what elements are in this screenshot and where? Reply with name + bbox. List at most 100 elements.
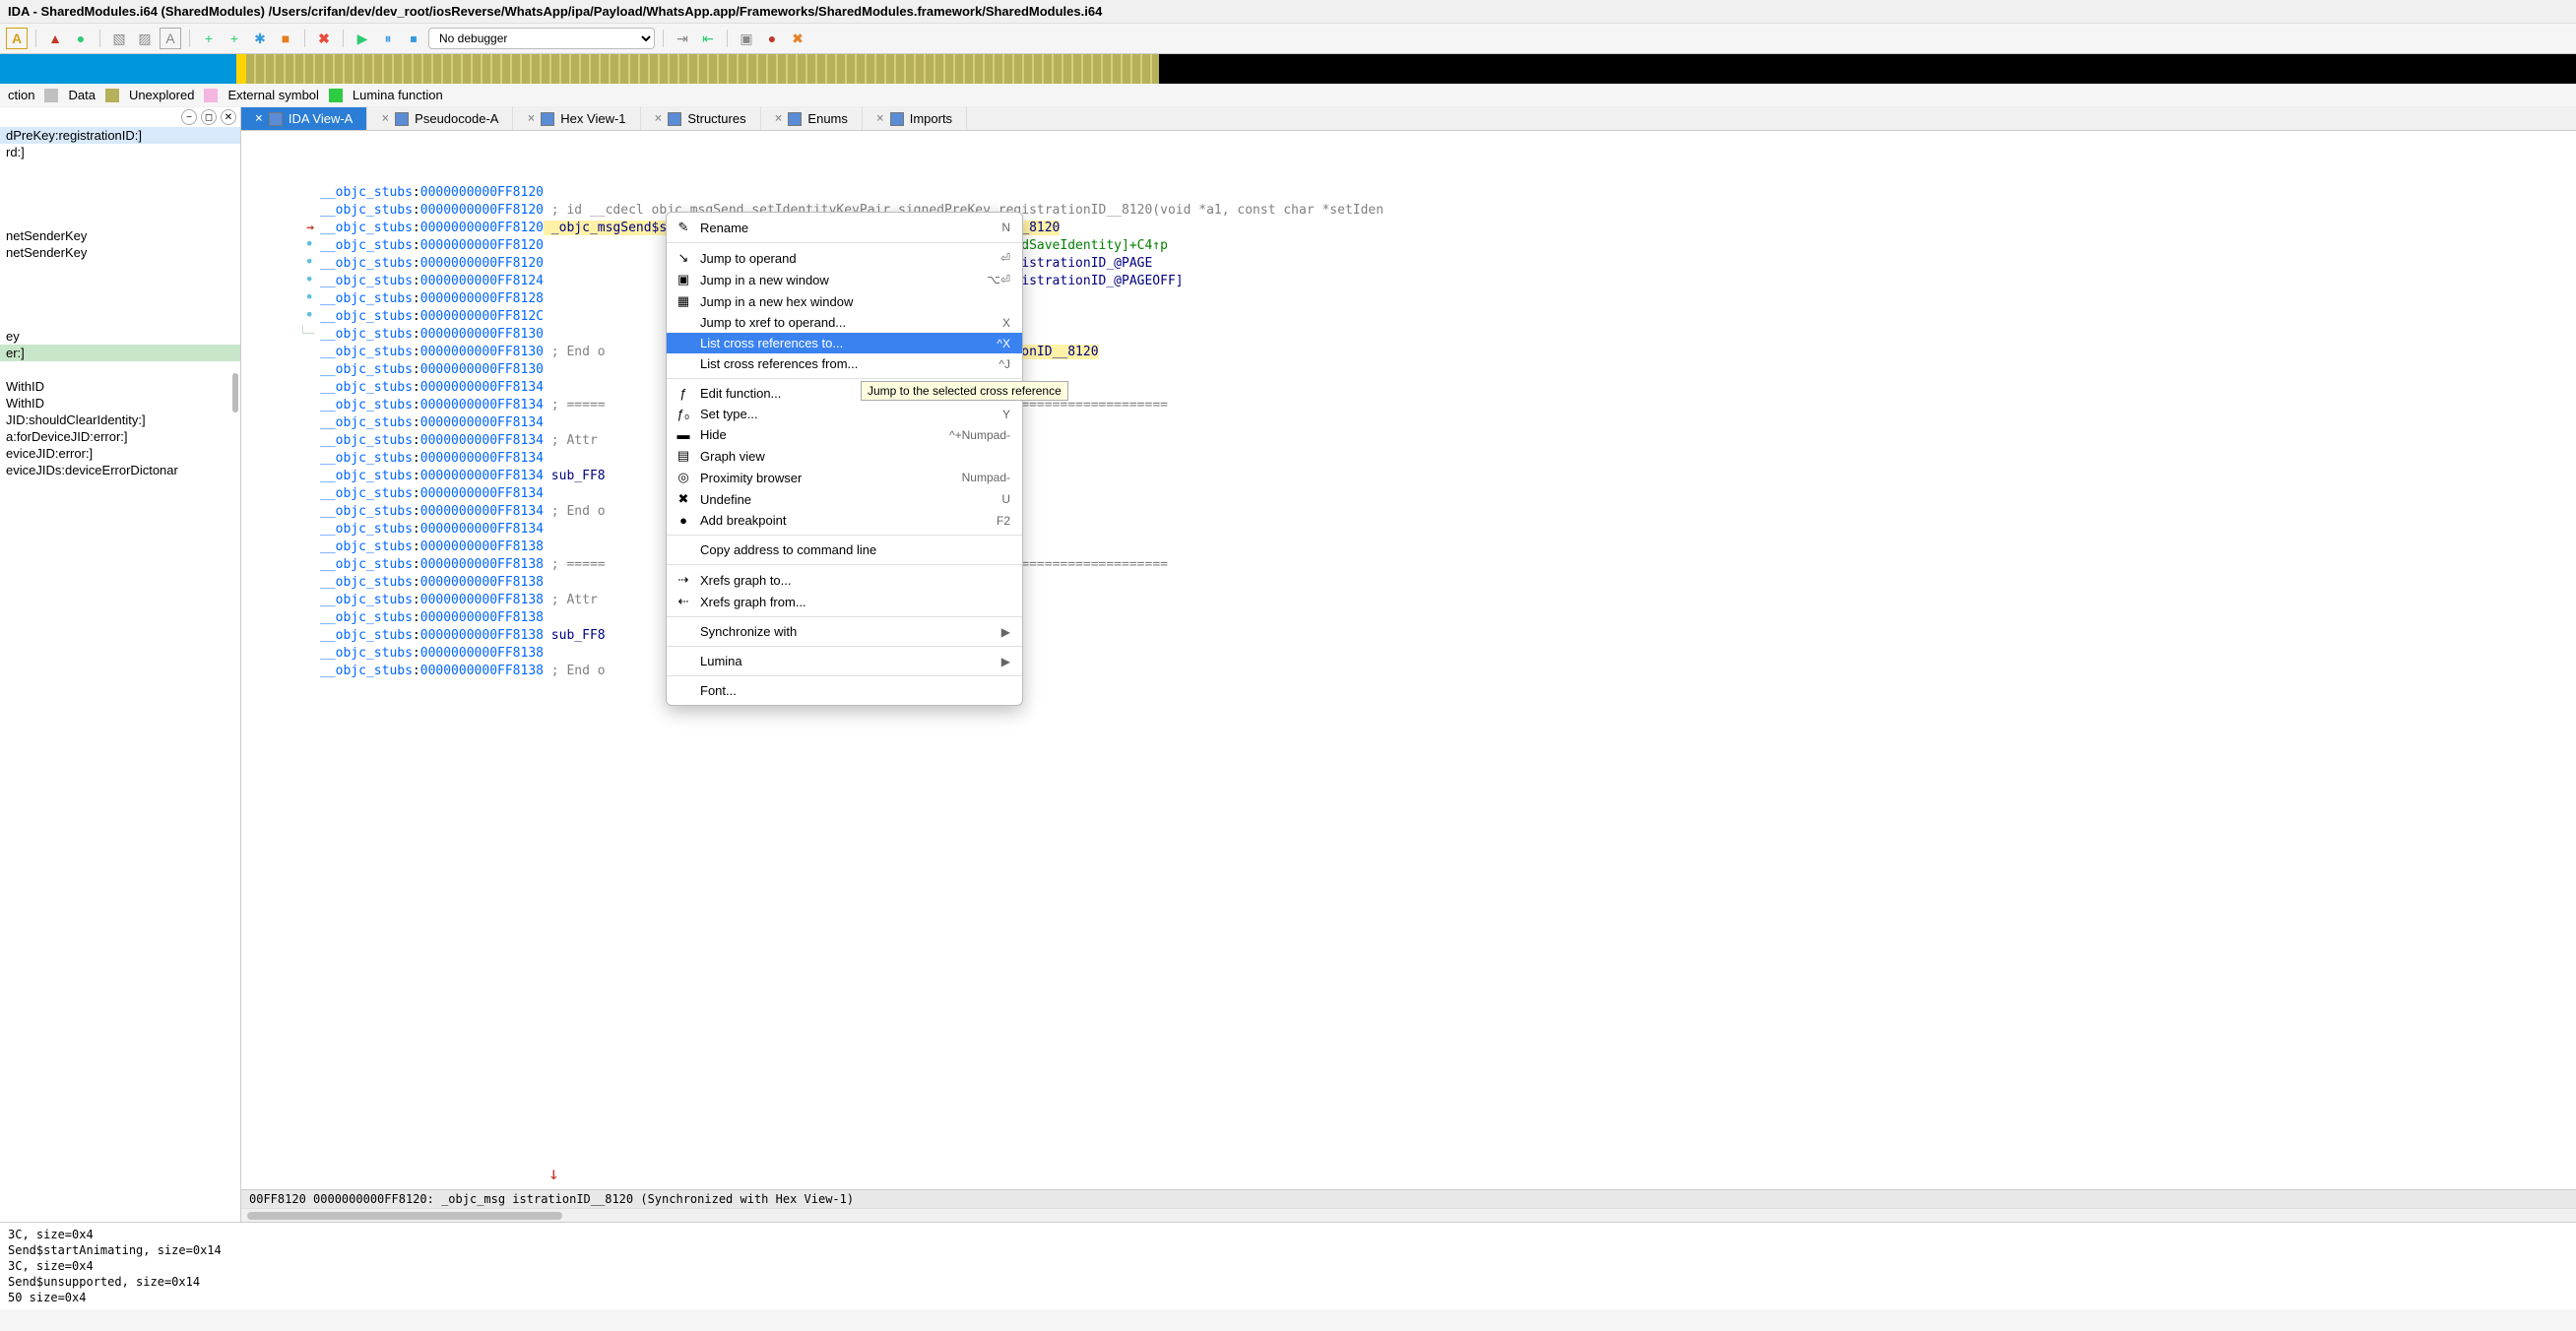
debugger-select[interactable]: No debugger xyxy=(428,28,655,49)
function-list-item[interactable]: eviceJID:error:] xyxy=(0,445,240,462)
toolbar-delete-btn[interactable]: ✖ xyxy=(313,28,335,49)
tab-close-icon[interactable]: × xyxy=(655,111,663,126)
toolbar-btn[interactable]: ✖ xyxy=(787,28,808,49)
toolbar-btn[interactable]: ▧ xyxy=(108,28,130,49)
menu-item-jump-to-operand[interactable]: ↘Jump to operand⏎ xyxy=(667,247,1022,269)
toolbar-btn[interactable]: ▣ xyxy=(736,28,757,49)
function-list-item[interactable]: ey xyxy=(0,328,240,345)
menu-item-font[interactable]: Font... xyxy=(667,680,1022,701)
tab-close-icon[interactable]: × xyxy=(876,111,884,126)
disasm-line[interactable]: __objc_stubs:0000000000FF8138 xyxy=(241,609,2576,627)
menu-item-undefine[interactable]: ✖UndefineU xyxy=(667,488,1022,510)
tab-pseudocode-a[interactable]: ×Pseudocode-A xyxy=(367,107,513,130)
panel-close-icon[interactable]: ✕ xyxy=(221,109,236,125)
menu-item-list-cross-references-from[interactable]: List cross references from...^J xyxy=(667,353,1022,374)
menu-item-hide[interactable]: ▬Hide^+Numpad- xyxy=(667,424,1022,445)
disasm-line[interactable]: __objc_stubs:0000000000FF8138 xyxy=(241,574,2576,592)
disassembly-view[interactable]: ↓ __objc_stubs:0000000000FF8120__objc_st… xyxy=(241,131,2576,1189)
disasm-line[interactable]: __objc_stubs:0000000000FF8134 xyxy=(241,521,2576,539)
toolbar-btn[interactable]: ⇥ xyxy=(672,28,693,49)
disasm-line[interactable]: __objc_stubs:0000000000FF8138 xyxy=(241,539,2576,556)
disasm-line[interactable]: __objc_stubs:0000000000FF8134 ; ===== ==… xyxy=(241,397,2576,414)
tab-ida-view-a[interactable]: ×IDA View-A xyxy=(241,107,367,130)
toolbar-stop-btn[interactable]: ⏹ xyxy=(403,28,424,49)
menu-item-rename[interactable]: ✎RenameN xyxy=(667,217,1022,238)
function-list-item[interactable] xyxy=(0,160,240,177)
disasm-line[interactable]: •__objc_stubs:0000000000FF812C gSend_ptr… xyxy=(241,308,2576,326)
menu-item-set-type[interactable]: ƒ₀Set type...Y xyxy=(667,404,1022,424)
disasm-line[interactable]: •__objc_stubs:0000000000FF8128 _ptr@PAGE xyxy=(241,290,2576,308)
menu-item-lumina[interactable]: Lumina▶ xyxy=(667,651,1022,671)
menu-item-jump-to-xref-to-operand[interactable]: Jump to xref to operand...X xyxy=(667,312,1022,333)
toolbar-breakpoint-btn[interactable]: ● xyxy=(761,28,783,49)
function-list-item[interactable] xyxy=(0,194,240,211)
function-list-item[interactable]: dPreKey:registrationID:] xyxy=(0,127,240,144)
disasm-line[interactable]: →__objc_stubs:0000000000FF8120 _objc_msg… xyxy=(241,220,2576,237)
navigation-band[interactable] xyxy=(0,54,2576,84)
toolbar-run-btn[interactable]: ▶ xyxy=(352,28,373,49)
disasm-line[interactable]: •__objc_stubs:0000000000FF8124 IdentityK… xyxy=(241,273,2576,290)
disasm-line[interactable]: __objc_stubs:0000000000FF8138 ; Attr xyxy=(241,592,2576,609)
menu-item-jump-in-a-new-hex-window[interactable]: ▦Jump in a new hex window xyxy=(667,290,1022,312)
disasm-line[interactable]: __objc_stubs:0000000000FF8138 xyxy=(241,645,2576,663)
function-list-item[interactable]: eviceJIDs:deviceErrorDictonar xyxy=(0,462,240,478)
menu-item-graph-view[interactable]: ▤Graph view xyxy=(667,445,1022,467)
tab-close-icon[interactable]: × xyxy=(775,111,783,126)
tab-close-icon[interactable]: × xyxy=(255,111,263,126)
menu-item-jump-in-a-new-window[interactable]: ▣Jump in a new window⌥⏎ xyxy=(667,269,1022,290)
disasm-line[interactable]: └─__objc_stubs:0000000000FF8130 xyxy=(241,326,2576,344)
toolbar-btn[interactable]: ⇤ xyxy=(697,28,719,49)
toolbar-btn[interactable]: ▨ xyxy=(134,28,156,49)
menu-item-xrefs-graph-to[interactable]: ⇢Xrefs graph to... xyxy=(667,569,1022,591)
function-list-item[interactable]: netSenderKey xyxy=(0,244,240,261)
horizontal-scrollbar[interactable] xyxy=(241,1208,2576,1222)
tab-imports[interactable]: ×Imports xyxy=(863,107,967,130)
function-list-item[interactable]: a:forDeviceJID:error:] xyxy=(0,428,240,445)
toolbar-btn[interactable]: ✱ xyxy=(249,28,271,49)
menu-item-proximity-browser[interactable]: ◎Proximity browserNumpad- xyxy=(667,467,1022,488)
panel-restore-icon[interactable]: ◻ xyxy=(201,109,217,125)
function-list-item[interactable]: WithID xyxy=(0,378,240,395)
tab-hex-view-1[interactable]: ×Hex View-1 xyxy=(513,107,640,130)
disasm-line[interactable]: __objc_stubs:0000000000FF8120 ; id __cde… xyxy=(241,202,2576,220)
disasm-line[interactable]: __objc_stubs:0000000000FF8138 sub_FF8 xyxy=(241,627,2576,645)
disasm-line[interactable]: __objc_stubs:0000000000FF8134 xyxy=(241,379,2576,397)
function-list-item[interactable] xyxy=(0,294,240,311)
function-list-item[interactable]: er:] xyxy=(0,345,240,361)
menu-item-add-breakpoint[interactable]: ●Add breakpointF2 xyxy=(667,510,1022,531)
function-list-item[interactable] xyxy=(0,278,240,294)
toolbar-btn[interactable]: A xyxy=(160,28,181,49)
toolbar-btn[interactable]: ■ xyxy=(275,28,296,49)
tab-structures[interactable]: ×Structures xyxy=(641,107,761,130)
disasm-line[interactable]: •__objc_stubs:0000000000FF8120 : -[WASig… xyxy=(241,237,2576,255)
disasm-line[interactable]: •__objc_stubs:0000000000FF8120 IdentityK… xyxy=(241,255,2576,273)
menu-item-xrefs-graph-from[interactable]: ⇠Xrefs graph from... xyxy=(667,591,1022,612)
function-list-item[interactable] xyxy=(0,311,240,328)
toolbar-btn[interactable]: ▲ xyxy=(44,28,66,49)
scrollbar-thumb[interactable] xyxy=(232,373,238,412)
disasm-line[interactable]: __objc_stubs:0000000000FF8138 ; ===== ==… xyxy=(241,556,2576,574)
function-list-item[interactable] xyxy=(0,261,240,278)
tab-enums[interactable]: ×Enums xyxy=(761,107,863,130)
disasm-line[interactable]: __objc_stubs:0000000000FF8134 sub_FF8 xyxy=(241,468,2576,485)
tab-close-icon[interactable]: × xyxy=(527,111,535,126)
menu-item-copy-address-to-command-line[interactable]: Copy address to command line xyxy=(667,539,1022,560)
function-list-item[interactable]: netSenderKey xyxy=(0,227,240,244)
toolbar-btn[interactable]: + xyxy=(198,28,220,49)
menu-item-synchronize-with[interactable]: Synchronize with▶ xyxy=(667,621,1022,642)
disasm-line[interactable]: __objc_stubs:0000000000FF8134 xyxy=(241,414,2576,432)
tab-close-icon[interactable]: × xyxy=(381,111,389,126)
disasm-line[interactable]: __objc_stubs:0000000000FF8130 ; End o _s… xyxy=(241,344,2576,361)
toolbar-pause-btn[interactable]: ⏸ xyxy=(377,28,399,49)
function-list-item[interactable] xyxy=(0,361,240,378)
disasm-line[interactable]: __objc_stubs:0000000000FF8134 xyxy=(241,450,2576,468)
panel-min-icon[interactable]: − xyxy=(181,109,197,125)
disasm-line[interactable]: __objc_stubs:0000000000FF8134 xyxy=(241,485,2576,503)
disasm-line[interactable]: __objc_stubs:0000000000FF8120 xyxy=(241,184,2576,202)
menu-item-list-cross-references-to[interactable]: List cross references to...^X xyxy=(667,333,1022,353)
toolbar-btn[interactable]: + xyxy=(224,28,245,49)
function-list-item[interactable]: WithID xyxy=(0,395,240,412)
disasm-line[interactable]: __objc_stubs:0000000000FF8130 xyxy=(241,361,2576,379)
disasm-line[interactable]: __objc_stubs:0000000000FF8138 ; End o xyxy=(241,663,2576,680)
toolbar-btn[interactable]: A xyxy=(6,28,28,49)
